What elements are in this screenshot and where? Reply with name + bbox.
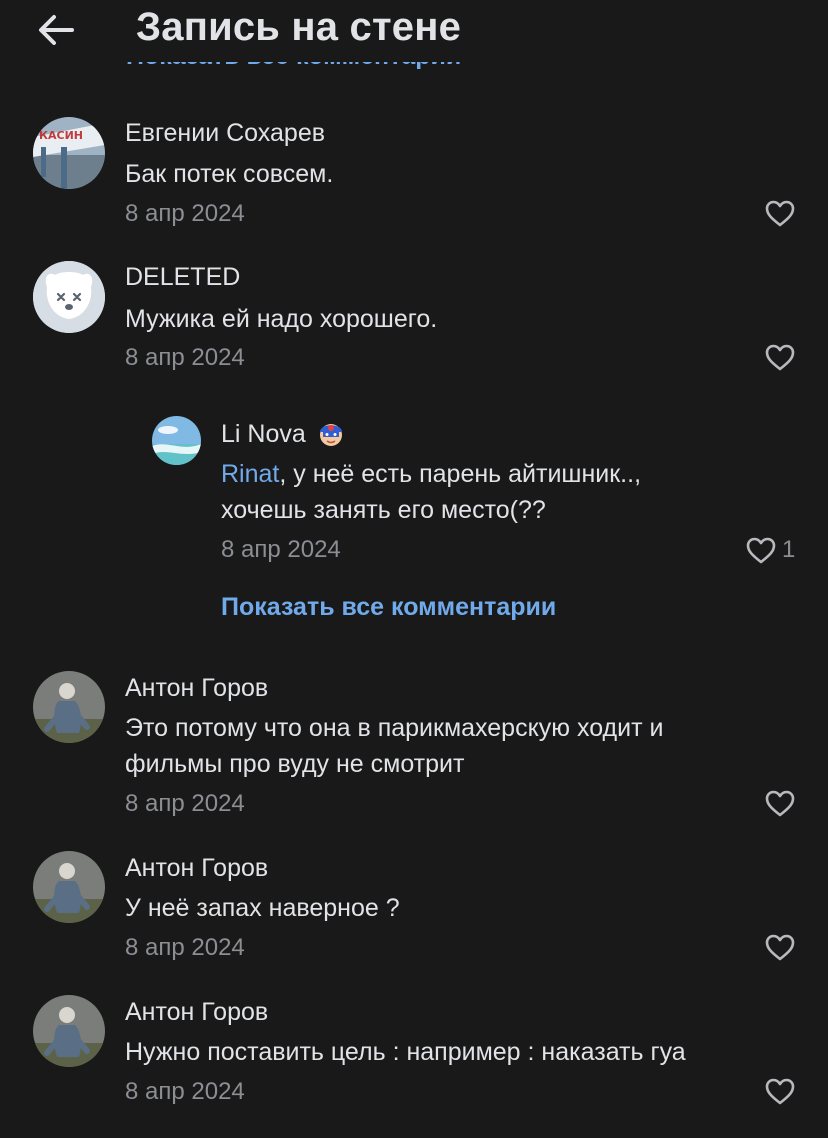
mention-link[interactable]: Rinat — [221, 460, 279, 488]
page-title: Запись на стене — [136, 5, 462, 49]
avatar[interactable] — [33, 851, 105, 923]
comment-date: 8 апр 2024 — [125, 934, 245, 961]
comment-date: 8 апр 2024 — [125, 1078, 245, 1105]
heart-icon — [765, 790, 795, 817]
like-button[interactable] — [746, 537, 776, 564]
comment-text: Это потому что она в парикмахерскую ходи… — [125, 714, 664, 742]
avatar[interactable] — [152, 416, 201, 465]
comment-date: 8 апр 2024 — [221, 536, 341, 563]
avatar-image — [33, 995, 105, 1067]
top-bar: Запись на стене — [0, 0, 828, 62]
comment-text: Rinat, у неё есть парень айтишник.., — [221, 460, 642, 488]
like-button[interactable] — [765, 200, 795, 227]
comment-date: 8 апр 2024 — [125, 790, 245, 817]
comment-text: хочешь занять его место(?? — [221, 496, 546, 524]
like-button[interactable] — [765, 344, 795, 371]
show-all-comments-link-top[interactable]: Показать все комментарии — [126, 62, 726, 90]
comment-author[interactable]: Антон Горов — [125, 854, 268, 883]
like-button[interactable] — [765, 934, 795, 961]
avatar-image — [33, 851, 105, 923]
heart-icon — [746, 537, 776, 564]
comment-author[interactable]: DELETED — [125, 263, 240, 292]
deleted-user-icon — [33, 261, 105, 333]
comment-text: фильмы про вуду не смотрит — [125, 750, 465, 778]
comment-date: 8 апр 2024 — [125, 200, 245, 227]
heart-icon — [765, 344, 795, 371]
avatar-image — [33, 671, 105, 743]
like-count: 1 — [782, 536, 796, 563]
comment-author[interactable]: Евгении Сохарев — [125, 119, 325, 148]
captain-badge-icon — [319, 424, 342, 446]
like-button[interactable] — [765, 1078, 795, 1105]
heart-icon — [765, 934, 795, 961]
heart-icon — [765, 1078, 795, 1105]
back-button[interactable] — [34, 8, 78, 52]
comment-author[interactable]: Li Nova — [221, 419, 345, 449]
comment-text: Мужика ей надо хорошего. — [125, 305, 438, 333]
comment-author[interactable]: Антон Горов — [125, 674, 268, 703]
avatar[interactable]: КАСИН — [33, 117, 105, 189]
avatar[interactable] — [33, 261, 105, 333]
like-button[interactable] — [765, 790, 795, 817]
show-all-comments-link[interactable]: Показать все комментарии — [221, 593, 556, 622]
arrow-left-icon — [39, 15, 74, 45]
heart-icon — [765, 200, 795, 227]
svg-text:КАСИН: КАСИН — [39, 129, 83, 142]
avatar[interactable] — [33, 995, 105, 1067]
avatar[interactable] — [33, 671, 105, 743]
comment-text: Нужно поставить цель : например : наказа… — [125, 1038, 686, 1066]
comment-text: Бак потек совсем. — [125, 160, 334, 188]
comment-date: 8 апр 2024 — [125, 344, 245, 371]
avatar-image — [152, 416, 201, 465]
comment-text: У неё запах наверное ? — [125, 894, 400, 922]
comment-author[interactable]: Антон Горов — [125, 998, 268, 1027]
avatar-image: КАСИН — [33, 117, 105, 189]
